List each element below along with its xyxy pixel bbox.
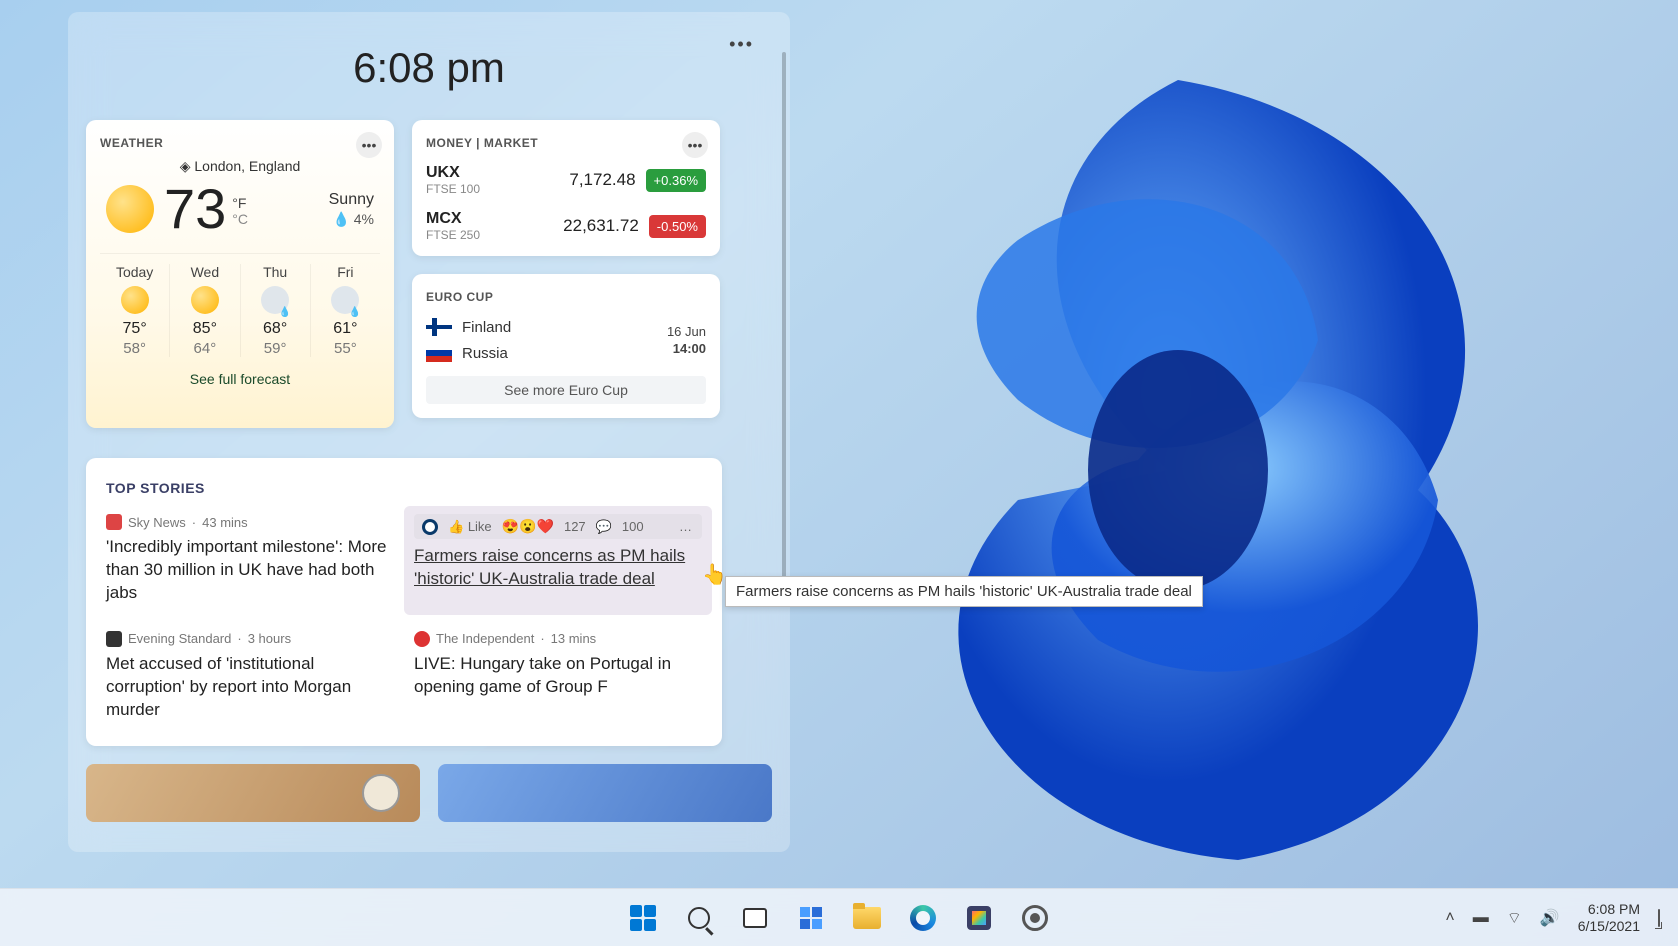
team-row: Russia	[426, 344, 511, 362]
weather-title: WEATHER	[100, 136, 380, 150]
notifications-icon[interactable]	[1658, 910, 1660, 926]
match-time: 16 Jun14:00	[667, 324, 706, 356]
more-stories-thumbs	[86, 764, 772, 822]
settings-button[interactable]	[1020, 903, 1050, 933]
widgets-button[interactable]	[796, 903, 826, 933]
sun-icon	[106, 185, 154, 233]
weather-widget[interactable]: WEATHER ••• ◈ London, England 73 °F °C S…	[86, 120, 394, 428]
panel-more-icon[interactable]: •••	[729, 34, 754, 55]
battery-icon[interactable]: ▬	[1473, 909, 1489, 927]
top-stories-widget: TOP STORIES Sky News · 43 mins 'Incredib…	[86, 458, 722, 746]
store-button[interactable]	[964, 903, 994, 933]
story-thumbnail[interactable]	[86, 764, 420, 822]
file-explorer-button[interactable]	[852, 903, 882, 933]
taskbar-clock[interactable]: 6:08 PM6/15/2021	[1578, 901, 1640, 935]
story-thumbnail[interactable]	[438, 764, 772, 822]
finland-flag-icon	[426, 318, 452, 336]
volume-icon[interactable]: 🔊	[1540, 908, 1560, 928]
weather-location: ◈ London, England	[100, 158, 380, 175]
market-widget[interactable]: MONEY | MARKET ••• UKXFTSE 100 7,172.48+…	[412, 120, 720, 256]
market-row[interactable]: UKXFTSE 100 7,172.48+0.36%	[426, 164, 706, 196]
market-more-icon[interactable]: •••	[682, 132, 708, 158]
temp-units[interactable]: °F °C	[232, 195, 248, 227]
forecast-day[interactable]: Wed 85°64°	[170, 264, 240, 357]
story-headline: 'Incredibly important milestone': More t…	[106, 536, 394, 605]
story-item[interactable]: The Independent · 13 mins LIVE: Hungary …	[414, 631, 702, 722]
forecast-row: Today 75°58° Wed 85°64° Thu 68°59° Fri 6…	[100, 253, 380, 357]
see-more-eurocup-link[interactable]: See more Euro Cup	[426, 376, 706, 404]
taskview-button[interactable]	[740, 903, 770, 933]
like-button[interactable]: 👍 Like	[448, 519, 492, 535]
start-button[interactable]	[628, 903, 658, 933]
weather-more-icon[interactable]: •••	[356, 132, 382, 158]
forecast-day[interactable]: Fri 61°55°	[311, 264, 380, 357]
guardian-icon	[422, 519, 438, 535]
chevron-up-icon[interactable]: ˄	[1445, 909, 1454, 927]
search-button[interactable]	[684, 903, 714, 933]
story-headline: Farmers raise concerns as PM hails 'hist…	[414, 545, 702, 591]
comment-icon[interactable]: 💬	[596, 519, 612, 535]
eurocup-title: EURO CUP	[426, 290, 706, 304]
story-headline: LIVE: Hungary take on Portugal in openin…	[414, 653, 702, 699]
pointer-cursor-icon: 👆	[702, 562, 727, 587]
reaction-count: 127	[564, 519, 586, 534]
weather-temp: 73	[164, 181, 226, 237]
forecast-day[interactable]: Today 75°58°	[100, 264, 170, 357]
stories-title: TOP STORIES	[106, 480, 702, 496]
forecast-day[interactable]: Thu 68°59°	[241, 264, 311, 357]
story-item[interactable]: 👍 Like 😍😮❤️ 127 💬 100 … Farmers raise co…	[404, 506, 712, 615]
hover-tooltip: Farmers raise concerns as PM hails 'hist…	[725, 576, 1203, 607]
story-headline: Met accused of 'institutional corruption…	[106, 653, 394, 722]
edge-button[interactable]	[908, 903, 938, 933]
widgets-panel: ••• 6:08 pm WEATHER ••• ◈ London, Englan…	[68, 12, 790, 852]
story-item[interactable]: Evening Standard · 3 hours Met accused o…	[106, 631, 394, 722]
russia-flag-icon	[426, 344, 452, 362]
eurocup-widget[interactable]: EURO CUP Finland Russia 16 Jun14:00 See …	[412, 274, 720, 418]
story-item[interactable]: Sky News · 43 mins 'Incredibly important…	[106, 514, 394, 605]
desktop-wallpaper	[718, 40, 1618, 900]
panel-clock: 6:08 pm	[86, 44, 772, 92]
skynews-icon	[106, 514, 122, 530]
market-row[interactable]: MCXFTSE 250 22,631.72-0.50%	[426, 210, 706, 242]
taskbar: ˄ ▬ ⌔ 🔊 6:08 PM6/15/2021	[0, 888, 1678, 946]
independent-icon	[414, 631, 430, 647]
story-more-icon[interactable]: …	[679, 519, 694, 534]
wifi-icon[interactable]: ⌔	[1507, 908, 1522, 928]
weather-condition: Sunny 💧 4%	[329, 191, 374, 228]
reactions-icon[interactable]: 😍😮❤️	[502, 518, 554, 535]
comment-count: 100	[622, 519, 644, 534]
see-full-forecast-link[interactable]: See full forecast	[190, 371, 290, 387]
market-title: MONEY | MARKET	[426, 136, 706, 150]
team-row: Finland	[426, 318, 511, 336]
evening-standard-icon	[106, 631, 122, 647]
